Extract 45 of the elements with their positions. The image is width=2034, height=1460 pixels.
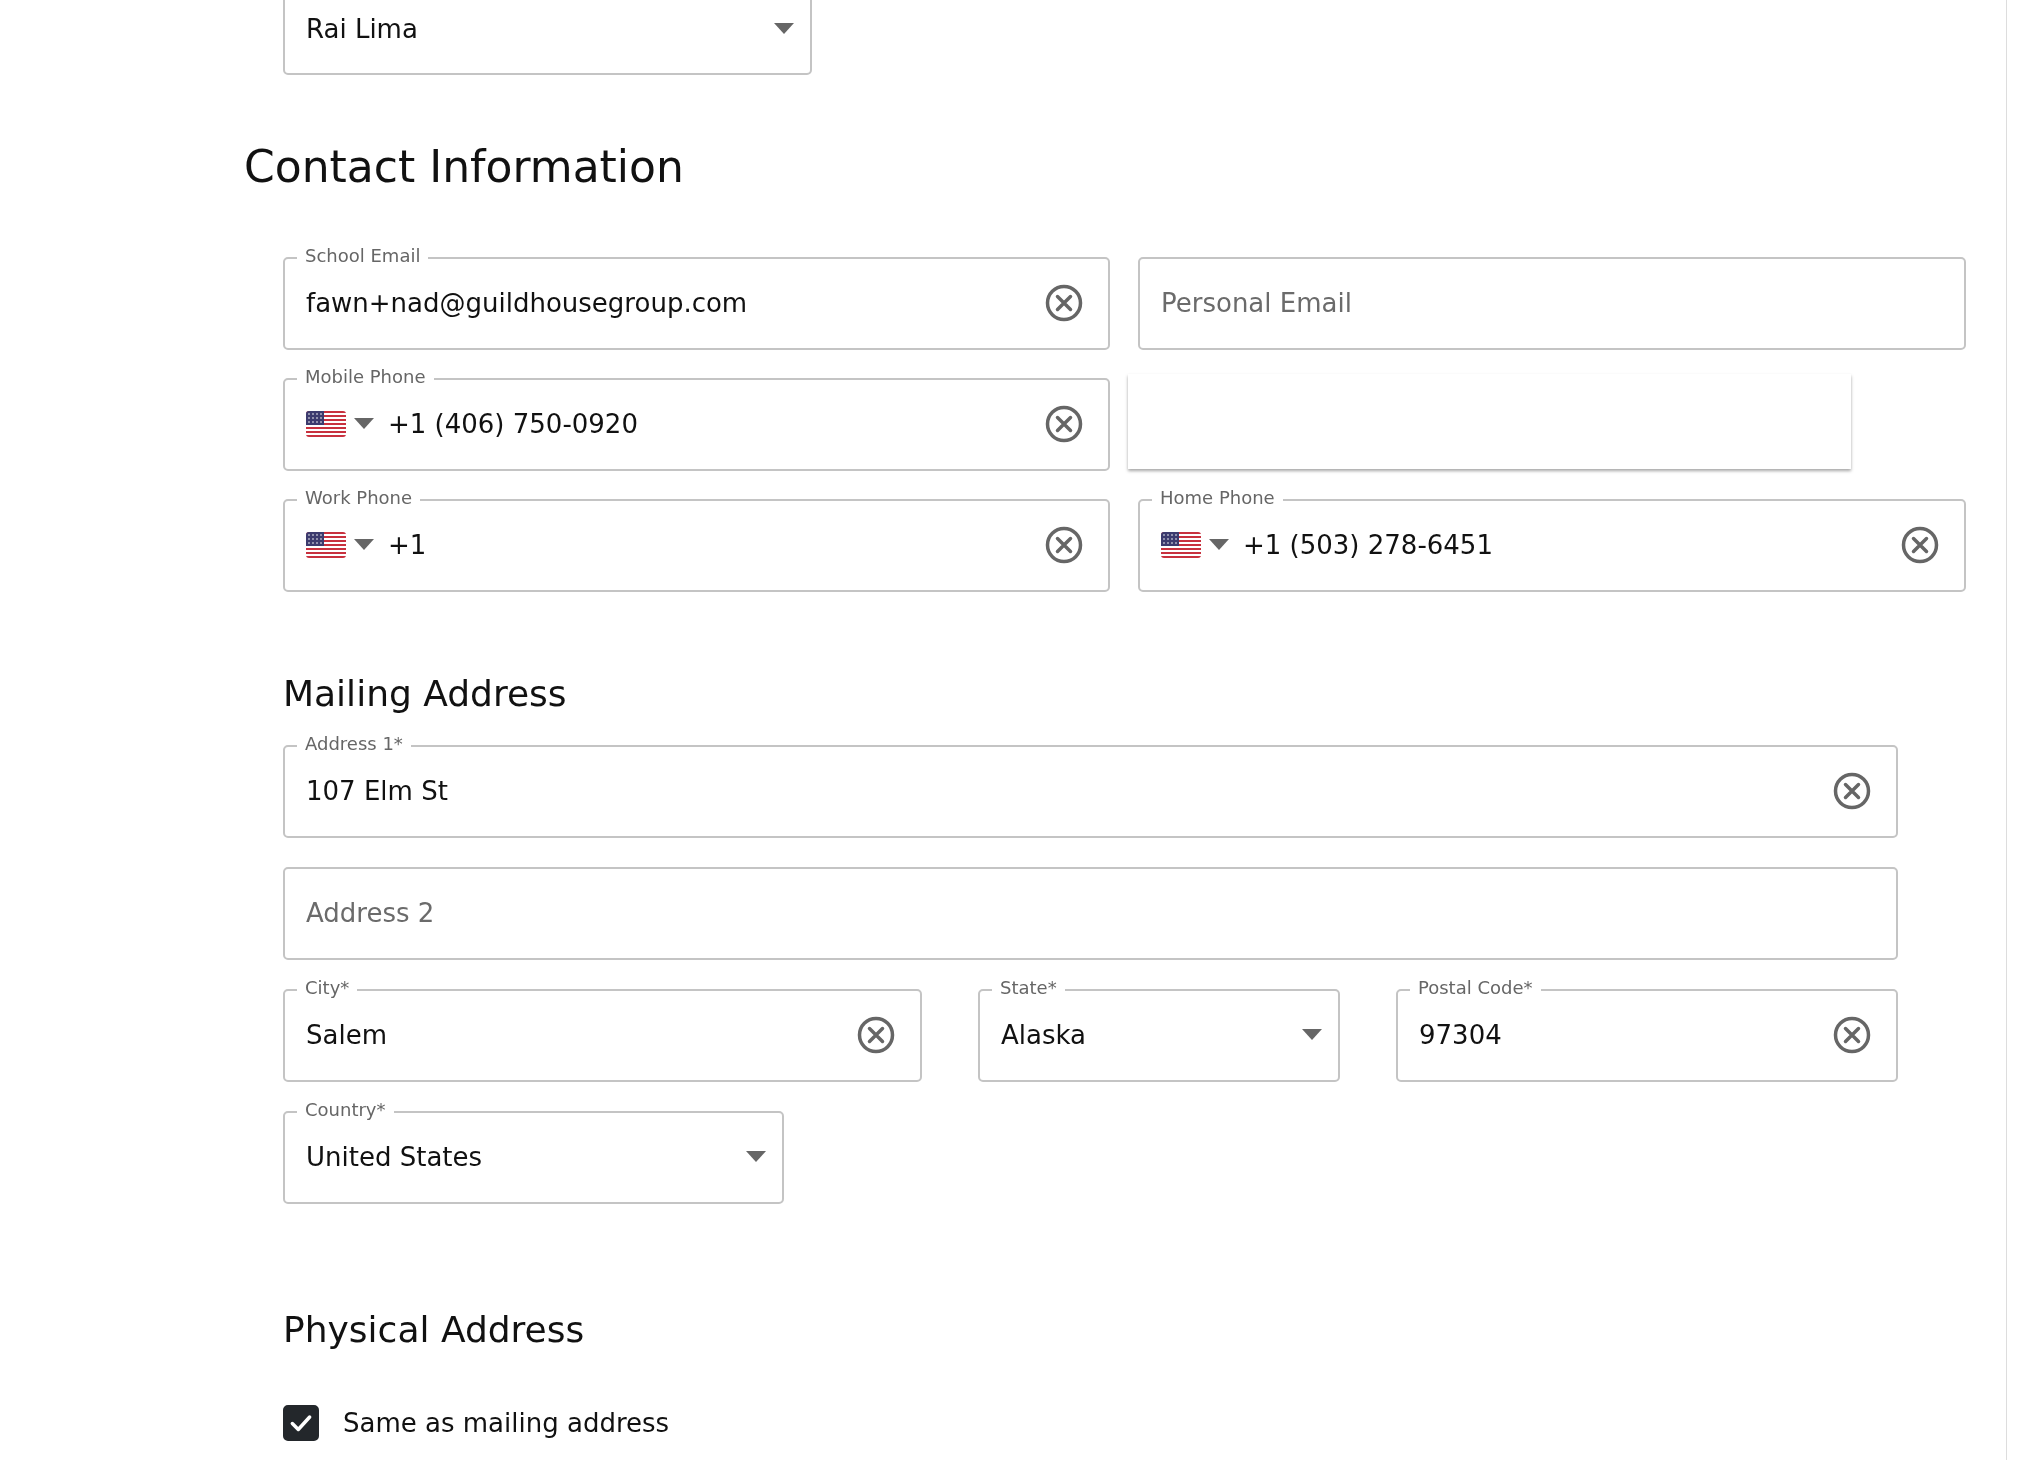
checkbox-label: Same as mailing address bbox=[343, 1408, 670, 1439]
field-input[interactable]: +1 bbox=[388, 530, 1045, 561]
field-input[interactable]: +1 (503) 278-6451 bbox=[1243, 530, 1901, 561]
caret-icon[interactable] bbox=[354, 418, 374, 431]
clear-icon[interactable] bbox=[1045, 526, 1083, 565]
field-label: City* bbox=[297, 977, 358, 999]
caret-icon[interactable] bbox=[746, 1151, 766, 1164]
section-heading: Contact Information bbox=[244, 141, 684, 194]
flag-icon[interactable] bbox=[1161, 532, 1201, 559]
text-field[interactable]: School Email fawn+nad@guildhousegroup.com bbox=[283, 244, 1110, 350]
field-input[interactable]: 107 Elm St bbox=[306, 776, 1833, 807]
text-field[interactable]: Address 1* 107 Elm St bbox=[283, 733, 1898, 838]
caret-icon[interactable] bbox=[1302, 1029, 1322, 1042]
text-field[interactable]: Personal Email bbox=[1138, 244, 1966, 350]
clear-icon[interactable] bbox=[1833, 1016, 1871, 1055]
flag-icon[interactable] bbox=[306, 532, 346, 559]
phone-field[interactable]: Home Phone +1 (503) 278-6451 bbox=[1138, 486, 1966, 592]
clear-icon[interactable] bbox=[857, 1016, 895, 1055]
clear-icon[interactable] bbox=[1045, 405, 1083, 444]
text-field[interactable]: Postal Code* 97304 bbox=[1396, 977, 1898, 1082]
caret-icon[interactable] bbox=[354, 539, 374, 552]
text-field[interactable]: Address 2 bbox=[283, 855, 1898, 960]
selected-value: United States bbox=[306, 1142, 484, 1173]
dropdown[interactable]: State* Alaska bbox=[978, 977, 1340, 1082]
selected-value: Rai Lima bbox=[306, 13, 419, 44]
selected-value: Alaska bbox=[1001, 1020, 1088, 1051]
clear-icon[interactable] bbox=[1833, 772, 1871, 811]
dropdown[interactable]: Country* United States bbox=[283, 1099, 784, 1204]
section-heading: Physical Address bbox=[283, 1308, 585, 1352]
clear-icon[interactable] bbox=[1045, 284, 1083, 323]
field-input[interactable]: +1 (406) 750-0920 bbox=[388, 409, 1045, 440]
field-input[interactable]: Address 2 bbox=[306, 898, 1871, 929]
flag-icon[interactable] bbox=[306, 411, 346, 438]
caret-icon[interactable] bbox=[774, 22, 794, 35]
checkbox[interactable] bbox=[283, 1405, 319, 1442]
section-heading: Mailing Address bbox=[283, 671, 567, 715]
phone-field[interactable]: Work Phone +1 bbox=[283, 486, 1110, 592]
field-input[interactable]: Personal Email bbox=[1161, 288, 1939, 319]
clear-icon[interactable] bbox=[1901, 526, 1939, 565]
phone-field[interactable]: Mobile Phone +1 (406) 750-0920 bbox=[283, 365, 1110, 471]
field-input[interactable]: 97304 bbox=[1419, 1020, 1833, 1051]
field-input[interactable]: fawn+nad@guildhousegroup.com bbox=[306, 288, 1045, 319]
caret-icon[interactable] bbox=[1209, 539, 1229, 552]
field-input[interactable]: Salem bbox=[306, 1020, 857, 1051]
text-field[interactable]: City* Salem bbox=[283, 977, 922, 1082]
